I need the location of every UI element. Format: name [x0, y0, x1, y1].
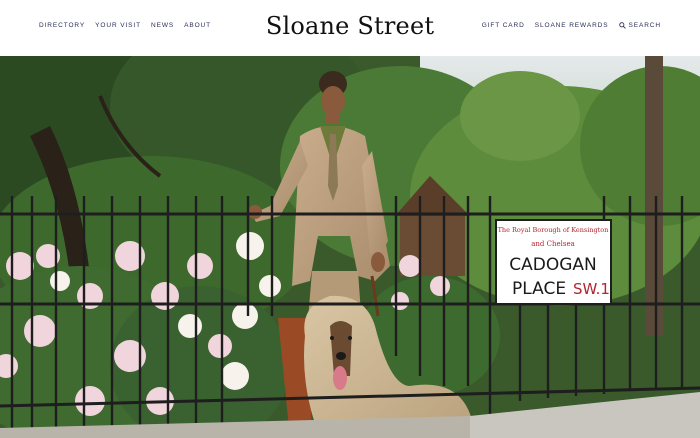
search-button[interactable]: SEARCH [618, 22, 662, 29]
utility-nav: GIFT CARD SLOANE REWARDS SEARCH [482, 22, 661, 29]
street-sign: The Royal Borough of Kensington and Chel… [495, 219, 612, 305]
hero-image: The Royal Borough of Kensington and Chel… [0, 56, 700, 438]
hero-photo: The Royal Borough of Kensington and Chel… [0, 56, 700, 438]
site-header: DIRECTORY YOUR VISIT NEWS ABOUT Sloane S… [0, 0, 700, 56]
sign-line-1: The Royal Borough of Kensington [498, 226, 609, 234]
sign-line-4: PLACE [512, 279, 566, 299]
sign-line-3: CADOGAN [509, 255, 597, 275]
search-icon [618, 22, 626, 29]
sign-postcode: SW.1 [573, 280, 610, 298]
nav-sloane-rewards[interactable]: SLOANE REWARDS [535, 22, 609, 29]
sign-line-2: and Chelsea [531, 240, 575, 248]
search-label: SEARCH [628, 22, 661, 29]
nav-gift-card[interactable]: GIFT CARD [482, 22, 525, 29]
